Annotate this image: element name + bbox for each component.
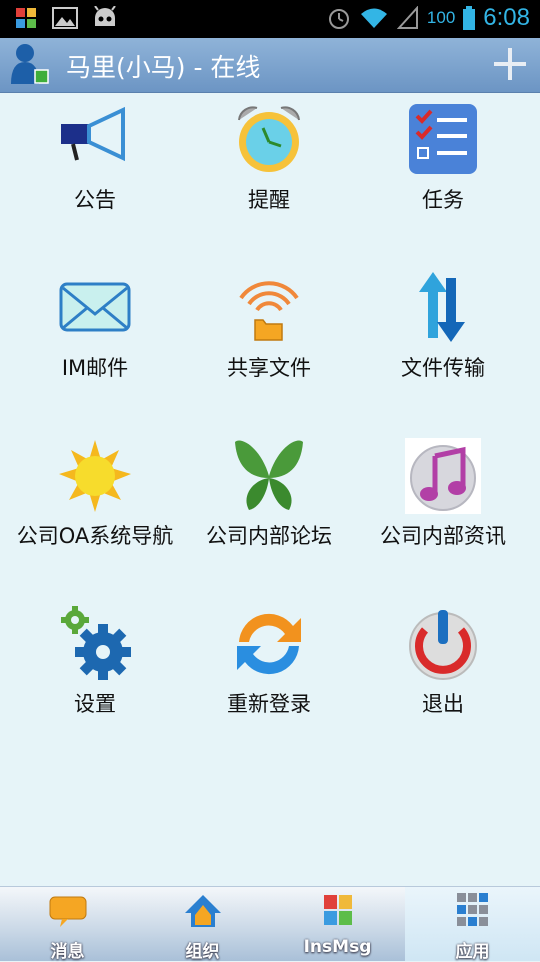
app-label: 重新登录 — [227, 692, 311, 716]
megaphone-icon — [61, 106, 125, 162]
android-debug-icon — [94, 6, 116, 26]
user-avatar-icon[interactable] — [8, 42, 52, 86]
power-icon — [409, 610, 477, 680]
home-icon — [184, 895, 221, 927]
clock-time: 6:08 — [483, 4, 530, 31]
title-bar: 马里(小马) - 在线 — [0, 38, 540, 93]
wifi-icon — [360, 8, 387, 28]
task-list-icon — [409, 104, 477, 174]
battery-level-text: 100 — [426, 8, 456, 27]
picture-notification-icon — [52, 7, 78, 29]
page-title: 马里(小马) - 在线 — [66, 53, 261, 82]
tab-label: 应用 — [455, 942, 490, 962]
butterfly-icon — [235, 440, 303, 510]
app-label: 退出 — [422, 692, 464, 716]
app-label: 文件传输 — [401, 356, 485, 380]
music-note-icon — [405, 438, 481, 514]
shared-folder-icon — [239, 281, 299, 341]
bottom-nav: 消息 组织 InsMsg 应用 — [0, 886, 540, 962]
app-label: 提醒 — [248, 188, 290, 212]
tab-insmsg[interactable]: InsMsg — [270, 887, 405, 961]
apps-grid-icon — [456, 893, 488, 926]
signal-icon — [396, 6, 418, 29]
tab-label: 消息 — [50, 942, 85, 962]
tab-label: InsMsg — [303, 937, 372, 957]
transfer-arrows-icon — [419, 272, 465, 342]
tab-label: 组织 — [185, 942, 220, 962]
app-label: 公告 — [74, 188, 116, 212]
app-label: 共享文件 — [227, 356, 311, 380]
battery-icon — [463, 6, 476, 30]
app-label: 公司内部资讯 — [380, 524, 506, 548]
plus-icon[interactable] — [492, 46, 528, 82]
tab-apps[interactable]: 应用 — [405, 887, 540, 962]
app-label: IM邮件 — [61, 356, 129, 380]
tab-organization[interactable]: 组织 — [135, 887, 270, 962]
alarm-clock-icon — [238, 106, 300, 172]
refresh-icon — [237, 613, 301, 675]
sun-icon — [59, 440, 131, 512]
app-label: 公司OA系统导航 — [16, 524, 174, 548]
chat-bubble-icon — [49, 896, 86, 927]
alarm-status-icon — [328, 9, 349, 29]
status-bar: 100 6:08 — [0, 0, 540, 38]
gears-icon — [61, 606, 131, 680]
app-label: 设置 — [74, 692, 116, 716]
mail-icon — [59, 282, 131, 332]
app-label: 公司内部论坛 — [206, 524, 332, 548]
app-label: 任务 — [422, 188, 464, 212]
tab-messages[interactable]: 消息 — [0, 887, 135, 962]
puzzle-icon — [323, 895, 352, 925]
puzzle-notification-icon — [16, 8, 36, 28]
